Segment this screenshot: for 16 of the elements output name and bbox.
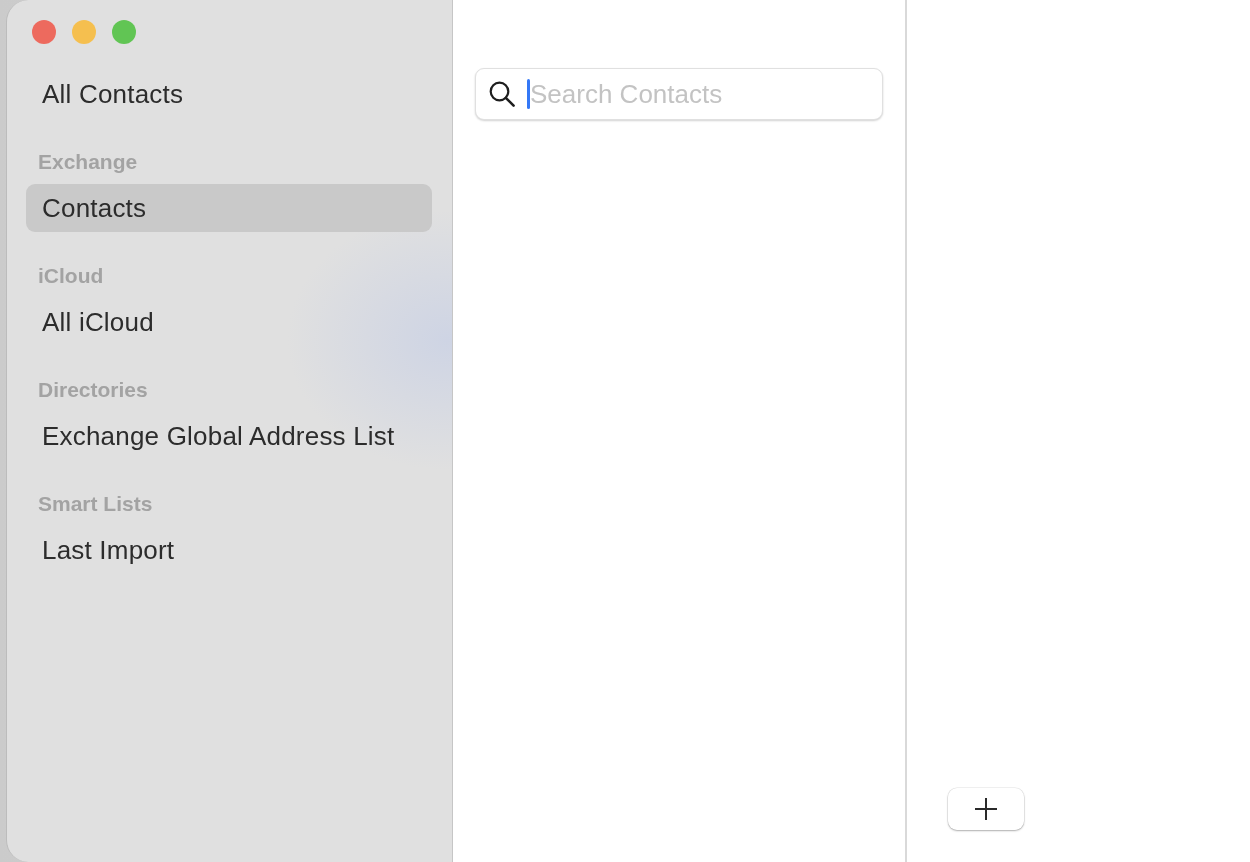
close-button[interactable] — [32, 20, 56, 44]
section-heading: iCloud — [37, 264, 105, 288]
plus-icon — [975, 798, 997, 820]
search-field[interactable]: Search Contacts — [475, 68, 883, 120]
sidebar-item[interactable]: Contacts — [26, 184, 432, 232]
zoom-button[interactable] — [112, 20, 136, 44]
section-heading: Smart Lists — [37, 492, 154, 516]
sidebar-item[interactable]: All Contacts — [26, 70, 432, 118]
minimize-button[interactable] — [72, 20, 96, 44]
sidebar-item[interactable]: Last Import — [26, 526, 432, 574]
sidebar-item[interactable]: Exchange Global Address List — [26, 412, 432, 460]
add-button[interactable] — [948, 788, 1024, 830]
section-heading: Exchange — [37, 150, 139, 174]
sidebar-item[interactable]: All iCloud — [26, 298, 432, 346]
search-icon — [489, 81, 515, 107]
section-heading: Directories — [37, 378, 149, 402]
